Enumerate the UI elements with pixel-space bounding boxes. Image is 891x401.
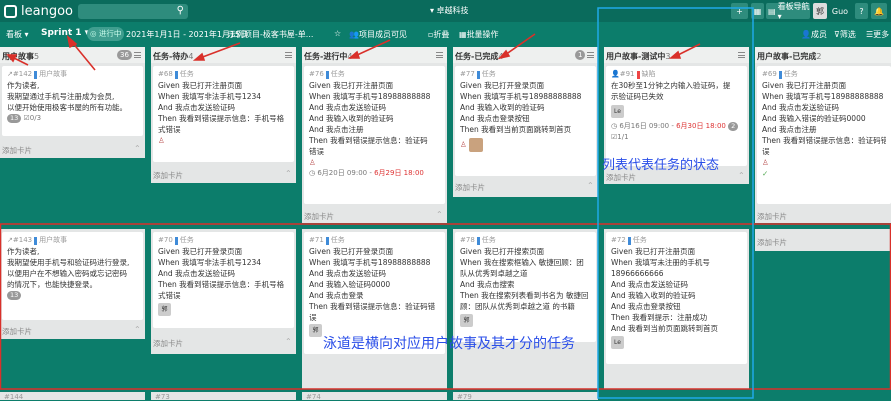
arrowhead xyxy=(668,50,682,59)
arrow-todo xyxy=(199,42,241,59)
arrow-sprint xyxy=(71,41,96,71)
column-annotation: 列表代表任务的状态 xyxy=(602,158,720,173)
arrowhead xyxy=(192,52,206,61)
arrow-done xyxy=(504,33,536,56)
arrowhead xyxy=(347,50,361,59)
arrow-testing xyxy=(675,43,701,57)
annotation-arrows xyxy=(6,33,701,71)
arrowhead xyxy=(497,49,511,60)
column-highlight-box xyxy=(597,7,754,399)
arrow-doing xyxy=(354,39,391,57)
arrowhead xyxy=(6,54,18,63)
lane-annotation: 泳道是横向对应用户故事及其才分的任务 xyxy=(323,336,575,352)
lane-highlight-box xyxy=(0,223,891,390)
